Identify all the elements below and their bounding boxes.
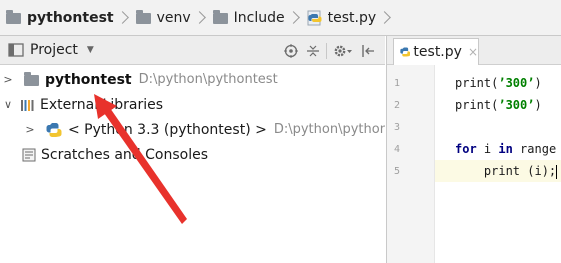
tree-node-python-sdk[interactable]: > < Python 3.3 (pythontest) > D:\python\… (0, 117, 385, 142)
scratches-icon (22, 148, 36, 161)
code-token: print (455, 98, 492, 112)
code-token: print (i); (455, 164, 557, 178)
project-panel-header: Project ▼ (0, 36, 385, 65)
breadcrumb-label: test.py (327, 9, 377, 26)
folder-icon (24, 72, 39, 86)
project-view-selector[interactable]: Project ▼ (8, 42, 94, 58)
folder-icon (135, 10, 151, 24)
line-number-gutter: 1 2 3 4 5 (387, 65, 435, 263)
line-number: 3 (394, 122, 401, 133)
code-line-4: for i in range (435, 138, 561, 160)
string-literal: ’300’ (498, 98, 535, 112)
breadcrumb-separator (192, 11, 206, 24)
project-tree: > pythontest D:\python\pythontest ∨ Exte… (0, 65, 385, 263)
navigation-bar: pythontest venv Include test.py (0, 0, 561, 36)
close-icon[interactable]: × (468, 45, 478, 59)
collapse-arrow-icon[interactable]: ∨ (2, 98, 14, 111)
code-line-5: print (i); (435, 160, 561, 182)
chevron-down-icon: ▼ (86, 45, 94, 55)
folder-icon (212, 10, 228, 24)
tree-node-path: D:\python\pythontest (273, 122, 385, 137)
editor-tab-strip: test.py × (387, 36, 561, 65)
code-line-2: print(’300’) (435, 94, 561, 116)
code-token: i (476, 142, 499, 156)
keyword: for (455, 142, 477, 156)
breadcrumb-label: Include (233, 9, 285, 26)
toolbar-divider (326, 42, 327, 59)
editor-area: test.py × 1 2 3 4 5 print(’300’) print(’… (386, 36, 561, 263)
breadcrumb-label: venv (156, 9, 191, 26)
project-toolbar (280, 36, 379, 65)
collapse-all-icon[interactable] (302, 40, 324, 62)
keyword: in (498, 142, 513, 156)
code-token: ) (534, 98, 542, 112)
breadcrumb-item-pythontest[interactable]: pythontest (6, 0, 114, 35)
breadcrumb-separator (286, 11, 300, 24)
breadcrumb-item-test-py[interactable]: test.py (307, 0, 377, 35)
tree-node-path: D:\python\pythontest (138, 72, 278, 87)
python-file-icon (400, 47, 411, 57)
code-line-1: print(’300’) (435, 72, 561, 94)
tree-node-pythontest[interactable]: > pythontest D:\python\pythontest (0, 67, 278, 92)
code-token: print (455, 76, 492, 90)
breadcrumb-separator (115, 11, 129, 24)
code-token: range (512, 142, 557, 156)
breadcrumb-separator (378, 11, 392, 24)
breadcrumb-item-venv[interactable]: venv (135, 0, 191, 35)
breadcrumb-label: pythontest (27, 9, 114, 26)
editor-tab-test-py[interactable]: test.py × (393, 38, 479, 65)
python-icon (46, 122, 62, 137)
line-number: 1 (394, 78, 401, 89)
project-title: Project (30, 42, 78, 58)
text-caret (556, 164, 558, 179)
project-icon (8, 43, 24, 57)
line-number: 5 (394, 166, 401, 177)
tree-node-external-libraries[interactable]: ∨ External Libraries (0, 92, 163, 117)
python-file-icon (307, 10, 322, 25)
tree-node-label: < Python 3.3 (pythontest) > (68, 121, 267, 138)
code-editor[interactable]: print(’300’) print(’300’) for i in range… (435, 65, 561, 263)
folder-icon (6, 10, 21, 24)
hide-icon[interactable] (357, 40, 379, 62)
line-number: 2 (394, 100, 401, 111)
code-token: ) (534, 76, 542, 90)
string-literal: ’300’ (498, 76, 535, 90)
breadcrumb-item-include[interactable]: Include (212, 0, 285, 35)
expand-arrow-icon[interactable]: > (2, 73, 14, 86)
line-number: 4 (394, 144, 401, 155)
tree-node-scratches[interactable]: Scratches and Consoles (0, 142, 208, 167)
library-icon (21, 99, 34, 111)
tree-node-label: External Libraries (40, 96, 163, 113)
sync-icon[interactable] (280, 40, 302, 62)
editor-tab-label: test.py (413, 44, 462, 60)
tree-node-label: Scratches and Consoles (41, 146, 208, 163)
gear-icon[interactable] (329, 40, 357, 62)
tree-node-label: pythontest (45, 71, 132, 88)
expand-arrow-icon[interactable]: > (24, 123, 36, 136)
